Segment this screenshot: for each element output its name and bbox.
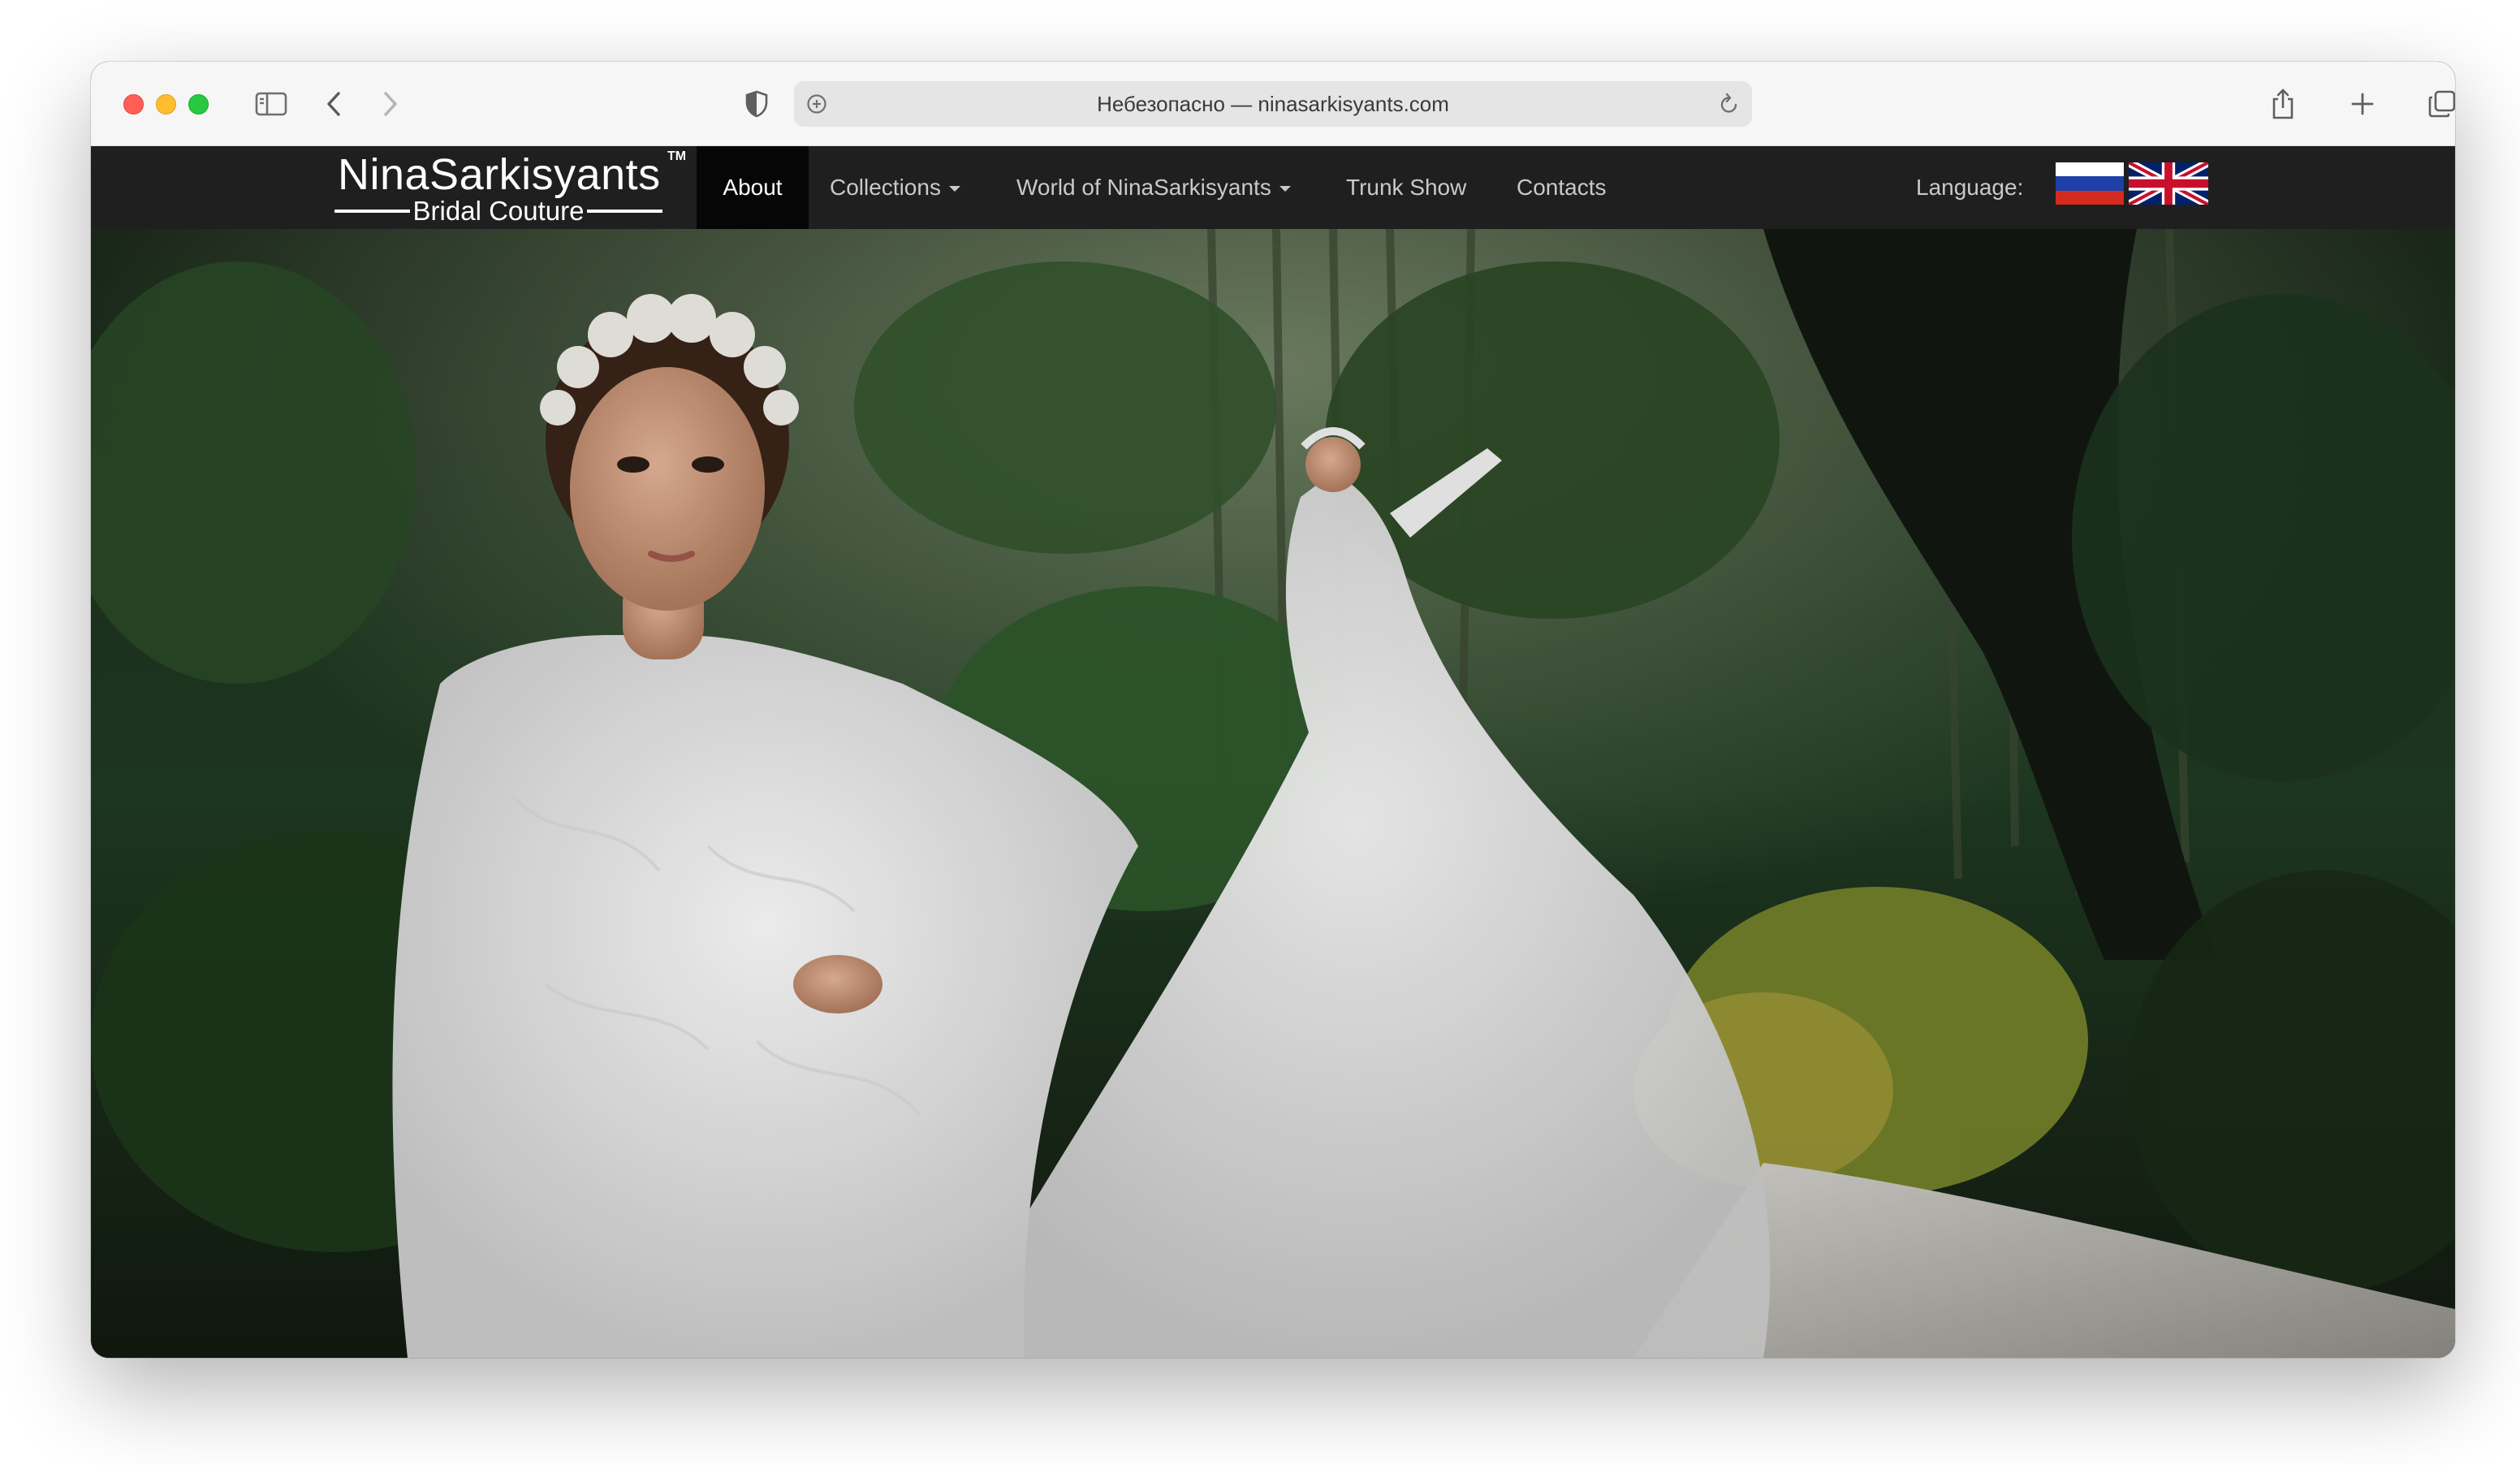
nav-collections[interactable]: Collections [830,146,960,229]
logo-line-right [587,210,663,213]
chevron-left-icon[interactable] [317,83,352,125]
nav-contacts-label: Contacts [1517,175,1607,200]
close-window-button[interactable] [123,94,144,115]
uk-flag[interactable] [2129,162,2208,205]
logo-name: NinaSarkisyants [338,150,661,199]
browser-window: Небезопасно — ninasarkisyants.com NinaSa… [91,62,2455,1358]
logo-trademark: TM [667,149,687,163]
language-label: Language: [1916,175,2024,200]
plus-icon[interactable] [2343,83,2382,125]
nav-collections-label: Collections [830,175,941,200]
zoom-window-button[interactable] [188,94,209,115]
nav-contacts[interactable]: Contacts [1517,146,1607,229]
chevron-down-icon [948,186,960,192]
nav-trunk-show[interactable]: Trunk Show [1346,146,1466,229]
minimize-window-button[interactable] [156,94,176,115]
reload-icon[interactable] [1716,91,1742,117]
ru-flag[interactable] [2056,162,2124,205]
nav-about-label: About [723,175,783,200]
share-icon[interactable] [2263,83,2302,125]
hero-image [91,229,2455,1358]
logo-subtitle-row: Bridal Couture [334,196,663,226]
site-info-icon[interactable] [804,91,830,117]
site-logo[interactable]: NinaSarkisyants TM Bridal Couture [334,146,692,229]
chevron-right-icon[interactable] [372,83,408,125]
nav-world-label: World of NinaSarkisyants [1016,175,1271,200]
sidebar-icon[interactable] [250,83,292,125]
nav-trunk-show-label: Trunk Show [1346,175,1467,200]
nav-about[interactable]: About [697,146,809,229]
browser-toolbar: Небезопасно — ninasarkisyants.com [91,62,2455,146]
shield-icon[interactable] [737,83,776,125]
nav-world-of-ninasarkisyants[interactable]: World of NinaSarkisyants [1016,146,1291,229]
tabs-icon[interactable] [2421,83,2455,125]
logo-line-left [334,210,410,213]
logo-subtitle: Bridal Couture [412,196,585,226]
url-text[interactable]: Небезопасно — ninasarkisyants.com [843,81,1703,127]
chevron-down-icon [1279,186,1291,192]
site-navbar: NinaSarkisyants TM Bridal Couture About … [91,146,2455,229]
address-bar[interactable]: Небезопасно — ninasarkisyants.com [794,81,1752,127]
